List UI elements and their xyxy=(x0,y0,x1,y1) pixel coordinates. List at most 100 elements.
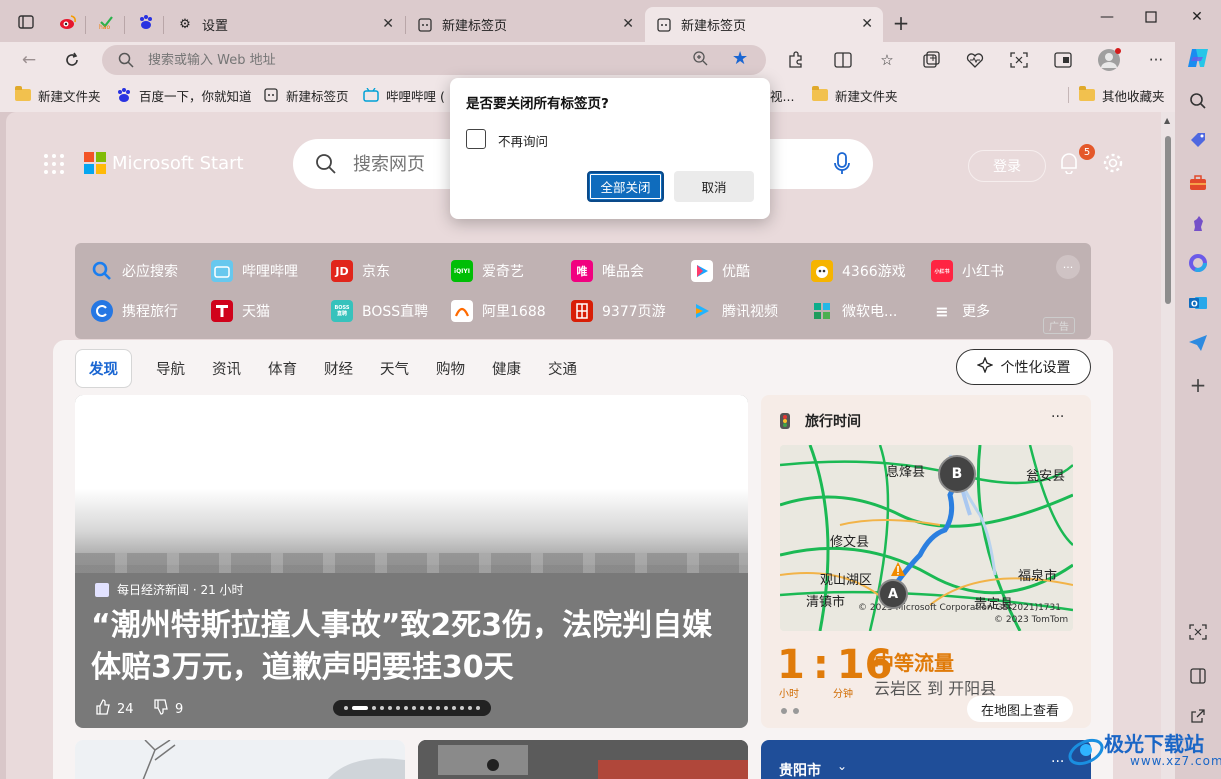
feed-tab-shopping[interactable]: 购物 xyxy=(436,358,465,379)
quick-link-1688[interactable]: 阿里1688 xyxy=(451,299,546,323)
back-button[interactable]: ← xyxy=(15,47,43,73)
feed-tab-health[interactable]: 健康 xyxy=(492,358,521,379)
page-settings-gear-icon[interactable] xyxy=(1102,152,1124,179)
quick-link-4366[interactable]: 4366游戏 xyxy=(811,259,906,283)
feed-tab-news[interactable]: 资讯 xyxy=(212,358,241,379)
extensions-icon[interactable] xyxy=(782,48,808,72)
quick-link-youku[interactable]: 优酷 xyxy=(691,259,750,283)
card-more-icon[interactable]: ··· xyxy=(1051,754,1064,770)
close-window-button[interactable]: ✕ xyxy=(1174,4,1220,30)
collections-icon[interactable] xyxy=(918,48,944,72)
quick-link-boss[interactable]: BOSS 直聘 BOSS直聘 xyxy=(331,299,428,323)
minimize-button[interactable]: — xyxy=(1084,4,1130,30)
quick-link-9377[interactable]: 9377页游 xyxy=(571,299,666,323)
quick-link-vip[interactable]: 唯 唯品会 xyxy=(571,259,644,283)
maximize-button[interactable] xyxy=(1128,4,1174,30)
tools-icon[interactable] xyxy=(1185,170,1211,196)
quick-link-tmall[interactable]: 天猫 xyxy=(211,299,270,323)
shopping-tag-icon[interactable] xyxy=(1185,128,1211,154)
travel-time-card[interactable]: 旅行时间 ··· 息烽县 瓮安县 修文县 观山湖区 清镇市 福泉市 贵定县 © … xyxy=(761,395,1091,728)
games-icon[interactable] xyxy=(1185,210,1211,236)
page-scrollbar[interactable]: ▲ xyxy=(1161,112,1175,779)
carousel-pager[interactable] xyxy=(333,700,491,716)
microsoft-start-logo[interactable]: Microsoft Start xyxy=(84,152,244,174)
favorite-item[interactable]: 哔哩哔哩 ( xyxy=(363,84,445,106)
tab-actions-icon[interactable] xyxy=(12,8,40,36)
feed-tab-navigation[interactable]: 导航 xyxy=(156,358,185,379)
checkbox-label[interactable]: 不再询问 xyxy=(498,131,548,150)
favorite-item[interactable]: 新建标签页 xyxy=(263,84,349,106)
weibo-pinned-tab-icon[interactable] xyxy=(54,8,82,36)
address-bar[interactable]: ★ xyxy=(102,45,766,75)
copilot-icon[interactable] xyxy=(1185,45,1211,71)
weather-city[interactable]: 贵阳市 xyxy=(779,760,821,779)
quick-links-more-icon[interactable]: ··· xyxy=(1056,255,1080,279)
news-card[interactable] xyxy=(418,740,748,779)
quick-link-bing[interactable]: 必应搜索 xyxy=(91,259,178,283)
zoom-icon[interactable] xyxy=(692,50,708,70)
other-favorites[interactable]: 其他收藏夹 xyxy=(1079,84,1165,106)
close-icon[interactable]: ✕ xyxy=(622,16,634,32)
dont-ask-checkbox[interactable] xyxy=(466,129,486,149)
profile-avatar[interactable] xyxy=(1096,48,1122,72)
microphone-icon[interactable] xyxy=(833,152,851,180)
quick-link-xiaohongshu[interactable]: 小红书 小红书 xyxy=(931,259,1004,283)
close-icon[interactable]: ✕ xyxy=(861,16,873,32)
screenshot-tool-icon[interactable] xyxy=(1185,619,1211,645)
browser-essentials-icon[interactable] xyxy=(1050,48,1076,72)
notification-bell-icon[interactable] xyxy=(1058,152,1080,179)
close-icon[interactable]: ✕ xyxy=(382,16,394,32)
quick-link-tencent-video[interactable]: 腾讯视频 xyxy=(691,299,778,323)
login-button[interactable]: 登录 xyxy=(968,150,1046,182)
new-tab-button[interactable]: + xyxy=(888,10,914,36)
close-all-button[interactable]: 全部关闭 xyxy=(587,171,664,202)
microsoft365-icon[interactable] xyxy=(1185,250,1211,276)
performance-icon[interactable] xyxy=(962,48,988,72)
hao-pinned-tab-icon[interactable]: hao xyxy=(93,8,121,36)
weather-card[interactable]: 贵阳市 ⌄ ··· xyxy=(761,740,1091,779)
quick-link-jd[interactable]: JD 京东 xyxy=(331,259,390,283)
route-map[interactable]: 息烽县 瓮安县 修文县 观山湖区 清镇市 福泉市 贵定县 © 2023 Micr… xyxy=(780,445,1073,631)
apps-launcher-icon[interactable] xyxy=(44,154,64,174)
favorite-item[interactable]: 百度一下，你就知道 xyxy=(116,84,252,106)
feed-tab-discover[interactable]: 发现 xyxy=(75,348,132,388)
tab-newtab[interactable]: 新建标签页 ✕ xyxy=(406,7,644,42)
baidu-pinned-tab-icon[interactable] xyxy=(132,8,160,36)
feed-tab-traffic[interactable]: 交通 xyxy=(548,358,577,379)
refresh-button[interactable] xyxy=(58,47,86,73)
news-card[interactable] xyxy=(75,740,405,779)
tab-newtab-active[interactable]: 新建标签页 ✕ xyxy=(645,7,883,42)
view-on-map-button[interactable]: 在地图上查看 xyxy=(967,696,1073,722)
travel-pager[interactable] xyxy=(781,708,799,714)
news-headline[interactable]: “潮州特斯拉撞人事故”致2死3伤，法院判自媒体赔3万元，道歉声明要挂30天 xyxy=(91,605,741,689)
address-input[interactable] xyxy=(148,49,668,71)
card-more-icon[interactable]: ··· xyxy=(1051,409,1064,425)
feed-tab-weather[interactable]: 天气 xyxy=(380,358,409,379)
send-icon[interactable] xyxy=(1185,330,1211,356)
outlook-icon[interactable]: O xyxy=(1185,290,1211,316)
hero-news-card[interactable]: 每日经济新闻 · 21 小时 “潮州特斯拉撞人事故”致2死3伤，法院判自媒体赔3… xyxy=(75,395,748,728)
cancel-button[interactable]: 取消 xyxy=(674,171,754,202)
chevron-down-icon[interactable]: ⌄ xyxy=(837,759,847,773)
search-icon[interactable] xyxy=(1185,88,1211,114)
quick-link-ctrip[interactable]: 携程旅行 xyxy=(91,299,178,323)
favorite-item[interactable]: 视... xyxy=(770,84,794,106)
add-icon[interactable]: + xyxy=(1185,372,1211,398)
personalize-button[interactable]: 个性化设置 xyxy=(956,349,1091,385)
dislike-button[interactable]: 9 xyxy=(153,699,183,719)
quick-link-bilibili[interactable]: 哔哩哔哩 xyxy=(211,259,298,283)
feed-tab-sports[interactable]: 体育 xyxy=(268,358,297,379)
screenshot-icon[interactable] xyxy=(1006,48,1032,72)
favorite-item[interactable]: 新建文件夹 xyxy=(812,84,898,106)
split-screen-icon[interactable] xyxy=(830,48,856,72)
sidebar-toggle-icon[interactable] xyxy=(1185,663,1211,689)
more-menu-icon[interactable]: ··· xyxy=(1143,48,1169,72)
scrollbar-thumb[interactable] xyxy=(1165,136,1171,304)
favorite-star-icon[interactable]: ★ xyxy=(732,48,748,69)
quick-link-iqiyi[interactable]: iQIYI 爱奇艺 xyxy=(451,259,524,283)
feed-tab-finance[interactable]: 财经 xyxy=(324,358,353,379)
like-button[interactable]: 24 xyxy=(95,699,134,719)
tab-settings[interactable]: ⚙ 设置 ✕ xyxy=(166,7,404,42)
favorites-icon[interactable]: ☆ xyxy=(874,48,900,72)
quick-link-more[interactable]: ≡ 更多 xyxy=(931,299,990,323)
